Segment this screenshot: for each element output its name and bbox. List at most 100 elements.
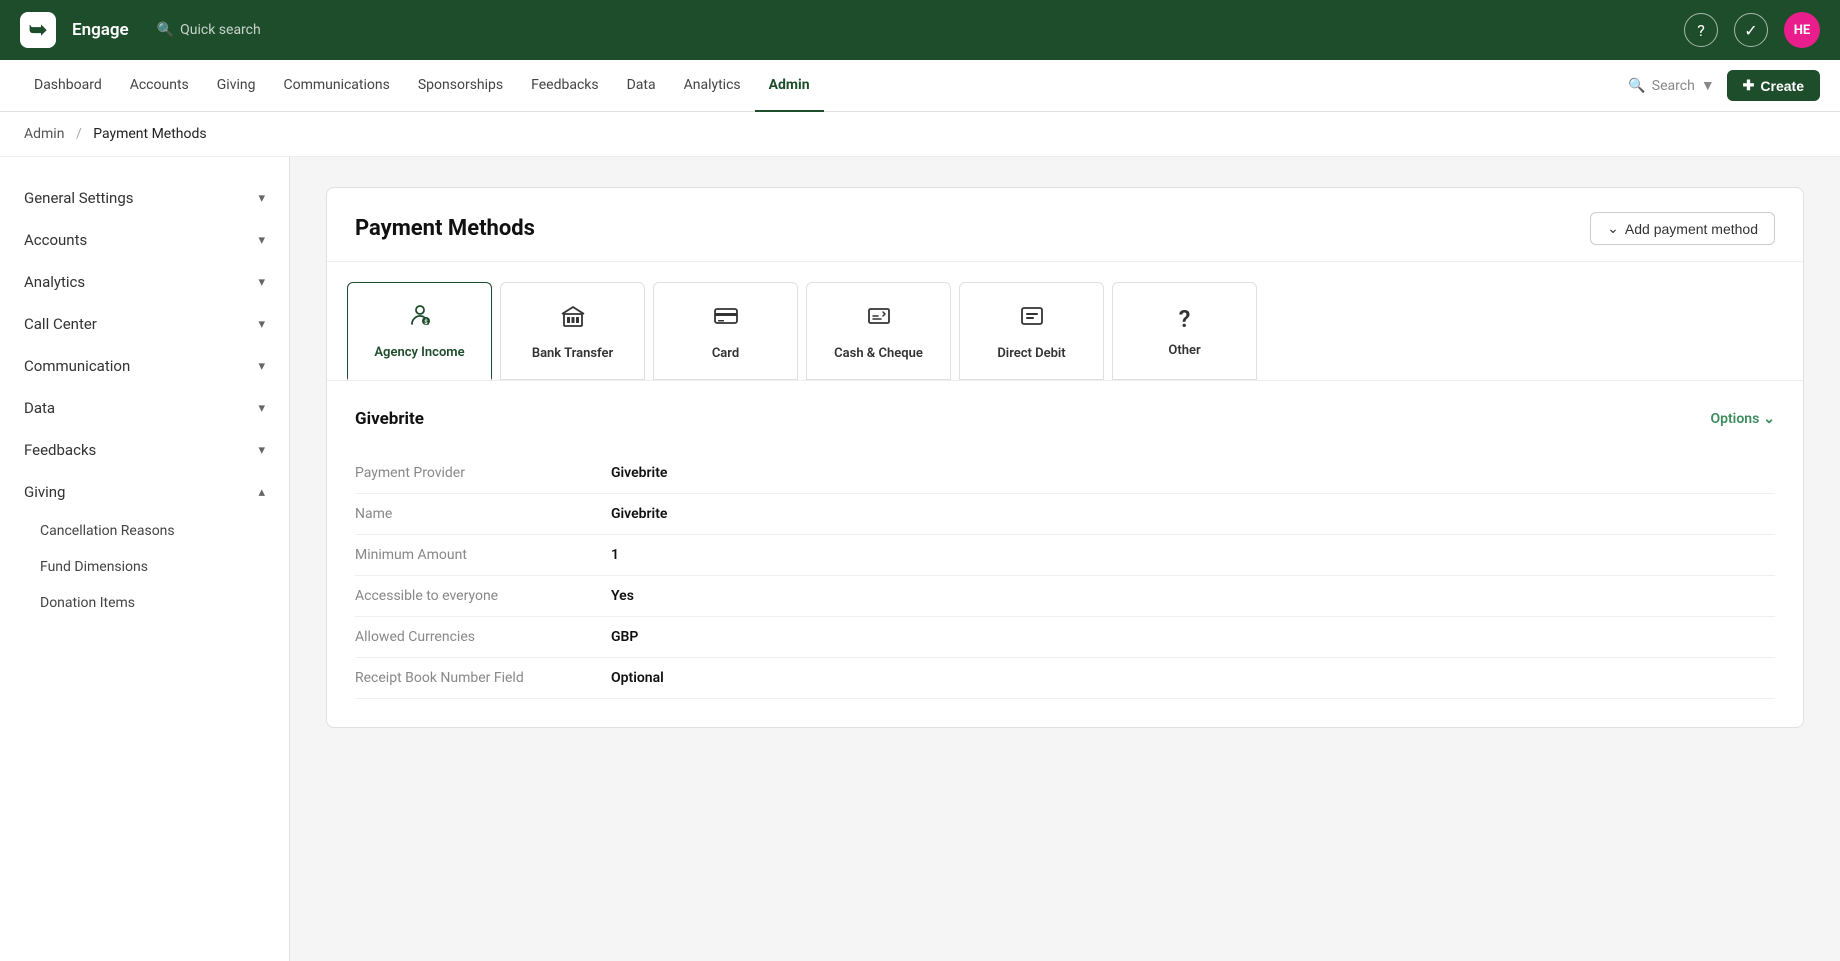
page-title: Payment Methods [355, 216, 535, 241]
avatar[interactable]: HE [1784, 12, 1820, 48]
sidebar-item-general-settings[interactable]: General Settings ▾ [0, 177, 289, 219]
tab-label: Direct Debit [997, 346, 1065, 361]
nav-item-data[interactable]: Data [613, 60, 670, 112]
svg-text:$: $ [424, 319, 428, 326]
chevron-down-icon: ▾ [258, 401, 265, 416]
tab-card[interactable]: Card [653, 282, 798, 380]
sidebar-sub-item-cancellation-reasons[interactable]: Cancellation Reasons [0, 513, 289, 549]
logo: ➥ [20, 12, 56, 48]
app-name: Engage [72, 20, 129, 40]
breadcrumb-current: Payment Methods [93, 126, 206, 142]
breadcrumb-separator: / [76, 126, 82, 142]
chevron-down-icon: ▾ [258, 233, 265, 248]
card-header: Payment Methods ⌄ Add payment method [327, 188, 1803, 262]
payment-tabs: $ Agency Income [327, 262, 1803, 381]
sidebar-sub-item-fund-dimensions[interactable]: Fund Dimensions [0, 549, 289, 585]
tasks-icon[interactable]: ✓ [1734, 13, 1768, 47]
add-payment-method-button[interactable]: ⌄ Add payment method [1590, 212, 1775, 245]
detail-title: Givebrite [355, 409, 424, 429]
create-button[interactable]: ✚ Create [1727, 70, 1820, 101]
search-icon: 🔍 [157, 22, 174, 38]
detail-value: GBP [611, 629, 638, 645]
chevron-down-icon: ▾ [258, 191, 265, 206]
sidebar-sub-item-donation-items[interactable]: Donation Items [0, 585, 289, 621]
sidebar-item-label: Accounts [24, 231, 87, 249]
detail-section: Givebrite Options ⌄ Payment Provider Giv… [327, 381, 1803, 727]
cash-cheque-icon [865, 302, 893, 336]
detail-row-name: Name Givebrite [355, 494, 1775, 535]
top-bar: ➥ Engage 🔍 Quick search ? ✓ HE [0, 0, 1840, 60]
sidebar-item-label: Data [24, 399, 55, 417]
tab-label: Card [712, 346, 739, 361]
logo-icon: ➥ [29, 18, 47, 43]
page-container: General Settings ▾ Accounts ▾ Analytics … [0, 157, 1840, 961]
detail-label: Payment Provider [355, 465, 595, 481]
detail-label: Name [355, 506, 595, 522]
sidebar-item-label: Call Center [24, 315, 97, 333]
sidebar-item-call-center[interactable]: Call Center ▾ [0, 303, 289, 345]
detail-value: Optional [611, 670, 664, 686]
agency-income-icon: $ [406, 301, 434, 335]
top-bar-right: ? ✓ HE [1684, 12, 1820, 48]
detail-value: Givebrite [611, 506, 667, 522]
bank-transfer-icon [559, 302, 587, 336]
detail-row-accessible: Accessible to everyone Yes [355, 576, 1775, 617]
sidebar-item-label: Giving [24, 483, 65, 501]
tab-label: Bank Transfer [532, 346, 613, 361]
breadcrumb-root[interactable]: Admin [24, 126, 64, 142]
tab-label: Cash & Cheque [834, 346, 923, 361]
detail-value: 1 [611, 547, 619, 563]
tab-label: Agency Income [374, 345, 464, 360]
chevron-down-icon: ⌄ [1763, 411, 1775, 427]
sidebar-item-label: Analytics [24, 273, 85, 291]
sidebar-item-accounts[interactable]: Accounts ▾ [0, 219, 289, 261]
chevron-down-icon: ▾ [258, 317, 265, 332]
sidebar-item-analytics[interactable]: Analytics ▾ [0, 261, 289, 303]
direct-debit-icon [1018, 302, 1046, 336]
options-button[interactable]: Options ⌄ [1710, 411, 1775, 427]
chevron-down-icon: ▾ [258, 275, 265, 290]
nav-item-analytics[interactable]: Analytics [670, 60, 755, 112]
search-dropdown-icon: ▼ [1701, 77, 1715, 94]
detail-row-receipt: Receipt Book Number Field Optional [355, 658, 1775, 699]
chevron-down-icon: ▾ [258, 359, 265, 374]
tab-agency-income[interactable]: $ Agency Income [347, 282, 492, 380]
nav-item-communications[interactable]: Communications [269, 60, 403, 112]
chevron-down-icon: ▾ [258, 443, 265, 458]
sidebar-item-communication[interactable]: Communication ▾ [0, 345, 289, 387]
other-icon: ? [1179, 305, 1191, 333]
detail-label: Receipt Book Number Field [355, 670, 595, 686]
tab-other[interactable]: ? Other [1112, 282, 1257, 380]
nav-item-feedbacks[interactable]: Feedbacks [517, 60, 612, 112]
nav-item-admin[interactable]: Admin [755, 60, 824, 112]
card-icon [712, 302, 740, 336]
nav-right: 🔍 Search ▼ ✚ Create [1628, 70, 1820, 101]
tab-direct-debit[interactable]: Direct Debit [959, 282, 1104, 380]
sidebar-item-data[interactable]: Data ▾ [0, 387, 289, 429]
help-icon[interactable]: ? [1684, 13, 1718, 47]
detail-row-currencies: Allowed Currencies GBP [355, 617, 1775, 658]
sidebar-item-feedbacks[interactable]: Feedbacks ▾ [0, 429, 289, 471]
search-icon: 🔍 [1628, 78, 1645, 94]
main-content: Payment Methods ⌄ Add payment method $ [290, 157, 1840, 961]
chevron-up-icon: ▴ [258, 485, 265, 500]
nav-item-accounts[interactable]: Accounts [116, 60, 203, 112]
nav-item-giving[interactable]: Giving [203, 60, 270, 112]
detail-label: Accessible to everyone [355, 588, 595, 604]
detail-title-row: Givebrite Options ⌄ [355, 409, 1775, 429]
content-card: Payment Methods ⌄ Add payment method $ [326, 187, 1804, 728]
sidebar-item-giving[interactable]: Giving ▴ [0, 471, 289, 513]
nav-item-dashboard[interactable]: Dashboard [20, 60, 116, 112]
detail-value: Givebrite [611, 465, 667, 481]
detail-row-minimum-amount: Minimum Amount 1 [355, 535, 1775, 576]
nav-item-sponsorships[interactable]: Sponsorships [404, 60, 517, 112]
quick-search[interactable]: 🔍 Quick search [157, 22, 261, 38]
detail-label: Allowed Currencies [355, 629, 595, 645]
tab-bank-transfer[interactable]: Bank Transfer [500, 282, 645, 380]
sidebar-item-label: General Settings [24, 189, 134, 207]
detail-label: Minimum Amount [355, 547, 595, 563]
sidebar-item-label: Communication [24, 357, 130, 375]
tab-cash-cheque[interactable]: Cash & Cheque [806, 282, 951, 380]
detail-row-payment-provider: Payment Provider Givebrite [355, 453, 1775, 494]
search-field[interactable]: 🔍 Search ▼ [1628, 77, 1714, 94]
